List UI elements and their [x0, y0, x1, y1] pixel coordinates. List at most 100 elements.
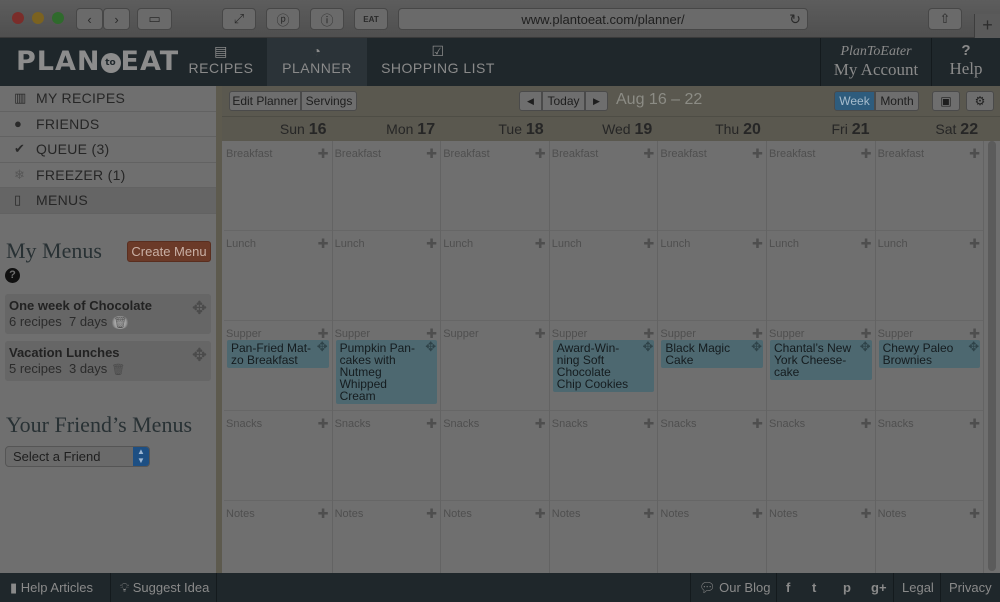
meal-slot-snacks[interactable]: Snacks ✚: [332, 411, 441, 501]
meal-slot-breakfast[interactable]: Breakfast ✚: [224, 141, 332, 231]
add-meal-icon[interactable]: ✚: [752, 236, 763, 252]
select-friend-dropdown[interactable]: Select a Friend ▲ ▼: [5, 446, 150, 467]
add-meal-icon[interactable]: ✚: [752, 146, 763, 162]
print-button[interactable]: ▣: [932, 91, 960, 111]
meal-slot-lunch[interactable]: Lunch ✚: [549, 231, 658, 321]
add-meal-icon[interactable]: ✚: [318, 146, 329, 162]
help-button[interactable]: ? Help: [932, 38, 1000, 86]
scrollbar[interactable]: [988, 141, 996, 571]
meal-slot-lunch[interactable]: Lunch ✚: [332, 231, 441, 321]
move-icon[interactable]: ✥: [968, 340, 979, 353]
meal-slot-breakfast[interactable]: Breakfast ✚: [875, 141, 984, 231]
add-meal-icon[interactable]: ✚: [426, 416, 437, 432]
meal-slot-snacks[interactable]: Snacks ✚: [767, 411, 875, 501]
meal-slot-supper[interactable]: Supper ✚ Pumpkin Pan- cakes with Nutmeg Wh…: [332, 321, 441, 411]
pinterest-extension-button[interactable]: ⓟ: [266, 8, 300, 30]
add-meal-icon[interactable]: ✚: [426, 146, 437, 162]
add-meal-icon[interactable]: ✚: [318, 416, 329, 432]
facebook-icon[interactable]: f: [786, 573, 790, 602]
add-meal-icon[interactable]: ✚: [643, 506, 654, 522]
back-button[interactable]: ‹: [76, 8, 103, 30]
settings-button[interactable]: ⚙: [966, 91, 994, 111]
meal-slot-snacks[interactable]: Snacks ✚: [549, 411, 658, 501]
add-meal-icon[interactable]: ✚: [752, 506, 763, 522]
menu-card-one-week-of-chocolate[interactable]: One week of Chocolate 6 recipes 7 days 🗑 …: [5, 294, 211, 334]
recipe-card[interactable]: Award-Win- ning Soft Chocolate Chip Cook…: [552, 340, 655, 392]
add-meal-icon[interactable]: ✚: [318, 236, 329, 252]
meal-slot-breakfast[interactable]: Breakfast ✚: [767, 141, 875, 231]
add-meal-icon[interactable]: ✚: [643, 236, 654, 252]
meal-slot-lunch[interactable]: Lunch ✚: [441, 231, 549, 321]
recipe-card[interactable]: Black Magic Cake ✥: [661, 340, 763, 368]
add-meal-icon[interactable]: ✚: [861, 236, 872, 252]
add-meal-icon[interactable]: ✚: [969, 146, 980, 162]
recipe-card[interactable]: Pan-Fried Mat- zo Breakfast ✥: [227, 340, 329, 368]
trash-icon[interactable]: 🗑: [111, 316, 130, 329]
meal-slot-lunch[interactable]: Lunch ✚: [767, 231, 875, 321]
twitter-icon[interactable]: t: [812, 573, 816, 602]
plantoeat-logo[interactable]: PLAN to EAT: [16, 46, 179, 77]
share-button[interactable]: ⇧: [928, 8, 962, 30]
add-meal-icon[interactable]: ✚: [752, 416, 763, 432]
nav-planner[interactable]: ◔ PLANNER: [267, 38, 367, 86]
meal-slot-lunch[interactable]: Lunch ✚: [224, 231, 332, 321]
password-extension-button[interactable]: ⓘ: [310, 8, 344, 30]
new-tab-button[interactable]: +: [974, 14, 1000, 38]
add-meal-icon[interactable]: ✚: [969, 416, 980, 432]
move-icon[interactable]: ✥: [642, 340, 653, 353]
add-meal-icon[interactable]: ✚: [535, 506, 546, 522]
move-icon[interactable]: ✥: [425, 340, 436, 353]
add-meal-icon[interactable]: ✚: [535, 326, 546, 342]
help-question-icon[interactable]: ?: [5, 268, 20, 283]
zoom-window-button[interactable]: [52, 12, 64, 24]
add-meal-icon[interactable]: ✚: [643, 416, 654, 432]
add-meal-icon[interactable]: ✚: [426, 236, 437, 252]
add-meal-icon[interactable]: ✚: [969, 236, 980, 252]
move-icon[interactable]: ✥: [751, 340, 762, 353]
month-view-button[interactable]: Month: [875, 91, 919, 111]
sidebar-item-my-recipes[interactable]: ▥ MY RECIPES: [0, 86, 216, 112]
next-week-button[interactable]: ▶: [585, 91, 608, 111]
help-articles-link[interactable]: ▮ Help Articles: [10, 573, 93, 602]
sidebar-toggle-button[interactable]: ▭: [137, 8, 172, 30]
add-meal-icon[interactable]: ✚: [861, 506, 872, 522]
nav-recipes[interactable]: ▤ RECIPES: [178, 38, 264, 86]
meal-slot-supper[interactable]: Supper ✚: [441, 321, 549, 411]
add-meal-icon[interactable]: ✚: [969, 506, 980, 522]
sidebar-item-queue[interactable]: ✔ QUEUE (3): [0, 137, 216, 163]
trash-icon[interactable]: 🗑: [111, 363, 125, 376]
recipe-card[interactable]: Pumpkin Pan- cakes with Nutmeg Whipped C…: [335, 340, 438, 404]
recipe-card[interactable]: Chantal’s New York Cheese- cake ✥: [770, 340, 872, 380]
add-meal-icon[interactable]: ✚: [535, 146, 546, 162]
meal-slot-supper[interactable]: Supper ✚ Chewy Paleo Brownies ✥: [875, 321, 984, 411]
meal-slot-supper[interactable]: Supper ✚ Pan-Fried Mat- zo Breakfast ✥: [224, 321, 332, 411]
today-button[interactable]: Today: [542, 91, 585, 111]
sidebar-item-menus[interactable]: ▯ MENUS: [0, 188, 216, 214]
add-meal-icon[interactable]: ✚: [861, 416, 872, 432]
recipe-card[interactable]: Chewy Paleo Brownies ✥: [878, 340, 981, 368]
meal-slot-snacks[interactable]: Snacks ✚: [441, 411, 549, 501]
meal-slot-breakfast[interactable]: Breakfast ✚: [549, 141, 658, 231]
meal-slot-breakfast[interactable]: Breakfast ✚: [658, 141, 766, 231]
add-meal-icon[interactable]: ✚: [643, 146, 654, 162]
pinterest-icon[interactable]: p: [843, 573, 851, 602]
add-meal-icon[interactable]: ✚: [535, 416, 546, 432]
close-window-button[interactable]: [12, 12, 24, 24]
meal-slot-snacks[interactable]: Snacks ✚: [875, 411, 984, 501]
google-plus-icon[interactable]: g+: [871, 573, 887, 602]
add-meal-icon[interactable]: ✚: [318, 506, 329, 522]
servings-button[interactable]: Servings: [301, 91, 357, 111]
address-bar[interactable]: www.plantoeat.com/planner/ ↻: [398, 8, 808, 30]
add-meal-icon[interactable]: ✚: [426, 506, 437, 522]
meal-slot-lunch[interactable]: Lunch ✚: [658, 231, 766, 321]
move-icon[interactable]: ✥: [317, 340, 328, 353]
meal-slot-snacks[interactable]: Snacks ✚: [658, 411, 766, 501]
previous-week-button[interactable]: ◀: [519, 91, 542, 111]
meal-slot-supper[interactable]: Supper ✚ Chantal’s New York Cheese- cake ✥: [767, 321, 875, 411]
edit-planner-button[interactable]: Edit Planner: [229, 91, 301, 111]
forward-button[interactable]: ›: [103, 8, 130, 30]
move-icon[interactable]: ✥: [192, 345, 207, 366]
add-meal-icon[interactable]: ✚: [535, 236, 546, 252]
week-view-button[interactable]: Week: [834, 91, 875, 111]
meal-slot-supper[interactable]: Supper ✚ Award-Win- ning Soft Chocolate Ch…: [549, 321, 658, 411]
